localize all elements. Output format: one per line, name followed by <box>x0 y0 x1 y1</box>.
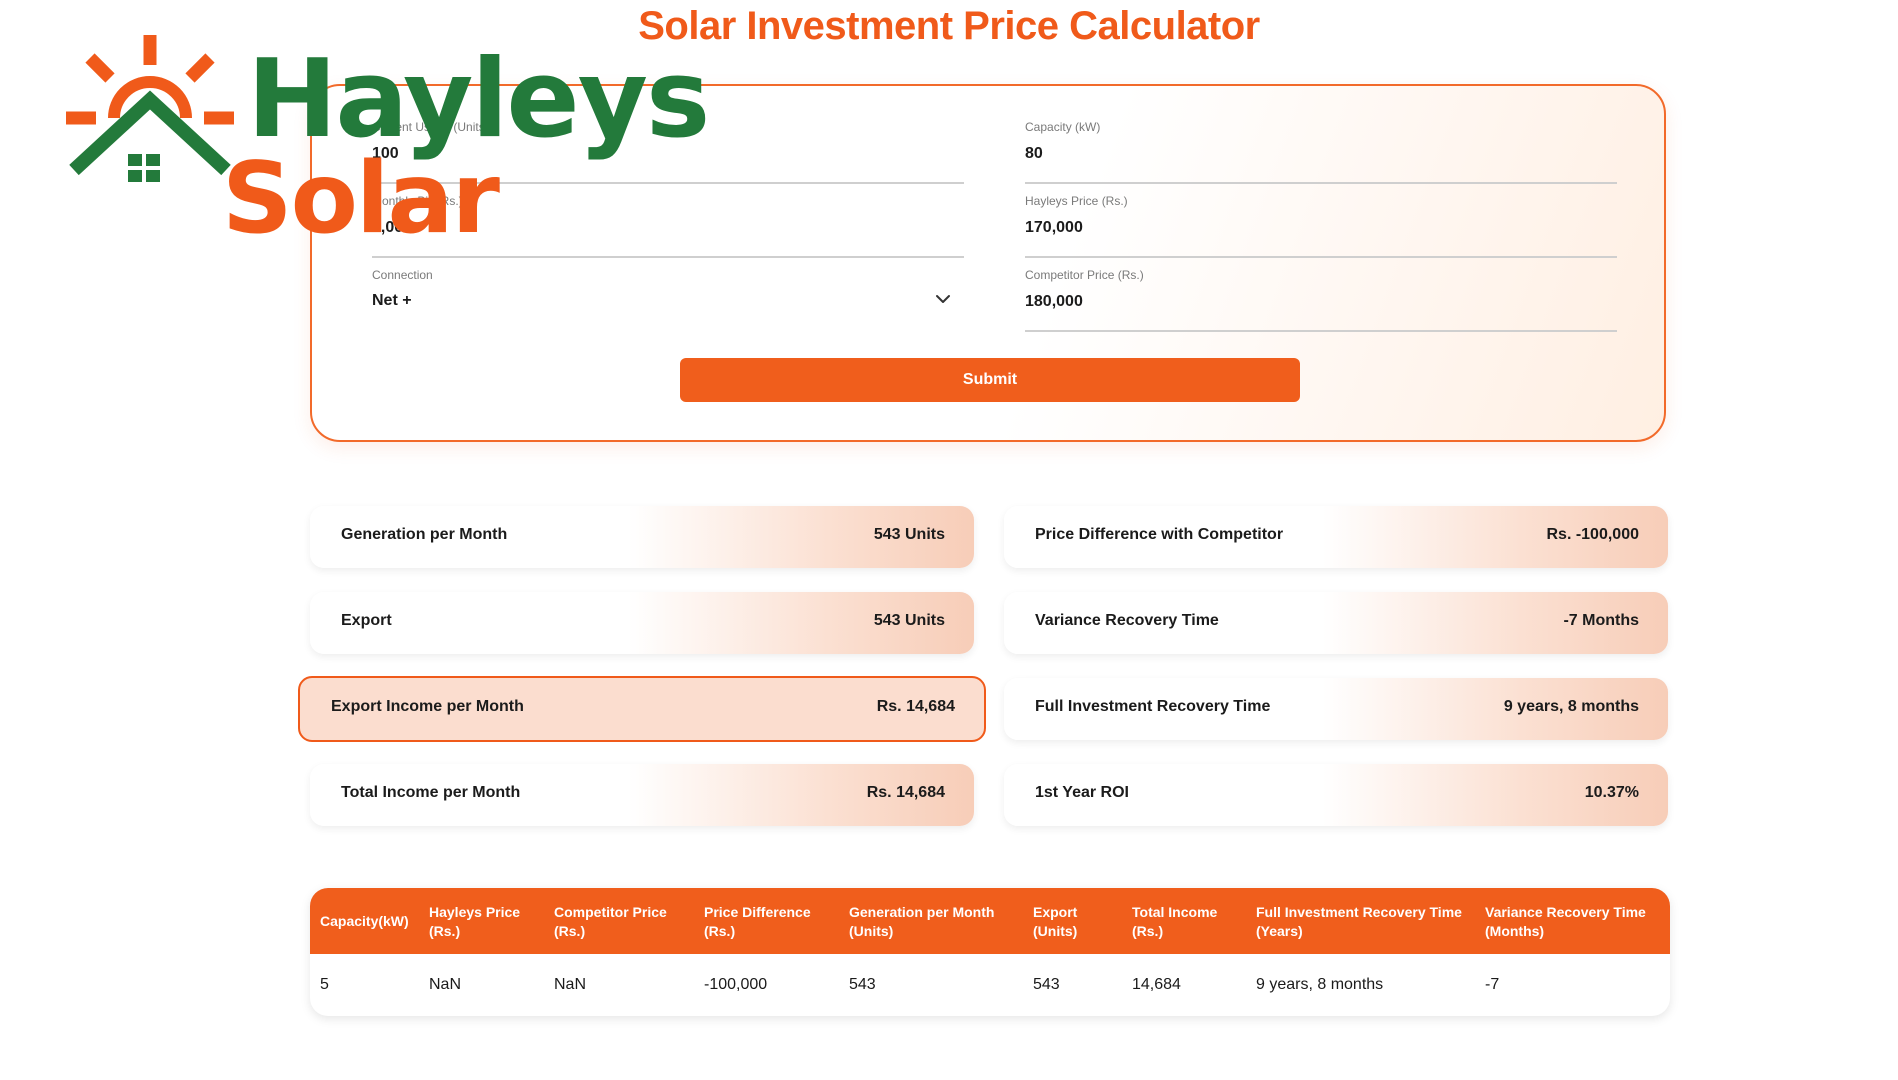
table-header-full-investment-recovery-time: Full Investment Recovery Time (Years) <box>1256 904 1462 939</box>
capacity-label: Capacity (kW) <box>1025 120 1101 134</box>
calculator-page: Solar Investment Price Calculator Curren… <box>0 0 1898 1080</box>
competitor-price-label: Competitor Price (Rs.) <box>1025 268 1144 282</box>
hayleys-solar-logo: Hayleys Solar <box>62 30 710 248</box>
result-label: Total Income per Month <box>341 784 521 801</box>
submit-button[interactable]: Submit <box>680 358 1300 402</box>
sun-house-icon <box>66 35 234 182</box>
result-full-investment-recovery-time: Full Investment Recovery Time 9 years, 8… <box>1004 678 1668 740</box>
result-export-income-per-month: Export Income per Month Rs. 14,684 <box>298 676 986 742</box>
logo-word-hayleys: Hayleys <box>247 37 710 162</box>
result-label: Export Income per Month <box>331 698 524 715</box>
capacity-input[interactable] <box>1025 140 1617 168</box>
table-cell-generation-per-month: 543 <box>849 976 876 993</box>
competitor-price-input[interactable] <box>1025 288 1617 316</box>
table-header-total-income: Total Income (Rs.) <box>1132 904 1218 939</box>
table-header-row: Capacity(kW) Hayleys Price (Rs.) Competit… <box>310 888 1670 954</box>
capacity-field[interactable]: Capacity (kW) <box>1025 120 1617 184</box>
result-variance-recovery-time: Variance Recovery Time -7 Months <box>1004 592 1668 654</box>
table-cell-total-income: 14,684 <box>1132 976 1181 993</box>
result-label: Export <box>341 612 392 629</box>
result-first-year-roi: 1st Year ROI 10.37% <box>1004 764 1668 826</box>
table-header-competitor-price: Competitor Price (Rs.) <box>554 904 667 939</box>
table-cell-capacity: 5 <box>320 976 329 993</box>
result-value: 543 Units <box>873 526 945 543</box>
logo-word-solar: Solar <box>222 142 500 256</box>
result-label: 1st Year ROI <box>1035 784 1129 801</box>
table-header-price-difference: Price Difference (Rs.) <box>704 904 811 939</box>
competitor-price-field[interactable]: Competitor Price (Rs.) <box>1025 268 1617 332</box>
result-value: 10.37% <box>1584 784 1639 801</box>
table-header-capacity: Capacity(kW) <box>320 913 409 929</box>
table-header-export: Export (Units) <box>1033 904 1078 939</box>
result-price-difference: Price Difference with Competitor Rs. -10… <box>1004 506 1668 568</box>
table-cell-export: 543 <box>1033 976 1060 993</box>
hayleys-price-input[interactable] <box>1025 214 1617 242</box>
table-header-variance-recovery-time: Variance Recovery Time (Months) <box>1485 904 1646 939</box>
result-value: Rs. 14,684 <box>876 698 955 715</box>
result-value: Rs. -100,000 <box>1546 526 1639 543</box>
hayleys-price-field[interactable]: Hayleys Price (Rs.) <box>1025 194 1617 258</box>
result-value: 543 Units <box>873 612 945 629</box>
result-label: Generation per Month <box>341 526 508 543</box>
hayleys-price-label: Hayleys Price (Rs.) <box>1025 194 1128 208</box>
table-cell-price-difference: -100,000 <box>704 976 768 993</box>
result-label: Full Investment Recovery Time <box>1035 698 1271 715</box>
result-total-income-per-month: Total Income per Month Rs. 14,684 <box>310 764 974 826</box>
connection-select[interactable]: Connection Net + <box>372 268 964 330</box>
table-header-hayleys-price: Hayleys Price (Rs.) <box>429 904 521 939</box>
table-cell-full-investment-recovery-time: 9 years, 8 months <box>1256 976 1384 993</box>
table-cell-hayleys-price: NaN <box>429 976 462 993</box>
result-generation-per-month: Generation per Month 543 Units <box>310 506 974 568</box>
result-value: -7 Months <box>1563 612 1639 629</box>
connection-selected-value[interactable]: Net + <box>372 292 412 310</box>
result-export: Export 543 Units <box>310 592 974 654</box>
results-table: Capacity(kW) Hayleys Price (Rs.) Competit… <box>310 888 1670 1016</box>
result-value: 9 years, 8 months <box>1503 698 1639 715</box>
table-cell-competitor-price: NaN <box>554 976 587 993</box>
connection-label: Connection <box>372 268 433 282</box>
result-label: Price Difference with Competitor <box>1035 526 1284 543</box>
table-header-generation-per-month: Generation per Month (Units) <box>849 904 995 939</box>
result-value: Rs. 14,684 <box>866 784 945 801</box>
table-cell-variance-recovery-time: -7 <box>1485 976 1500 993</box>
result-label: Variance Recovery Time <box>1035 612 1219 629</box>
chevron-down-icon[interactable] <box>934 290 952 308</box>
